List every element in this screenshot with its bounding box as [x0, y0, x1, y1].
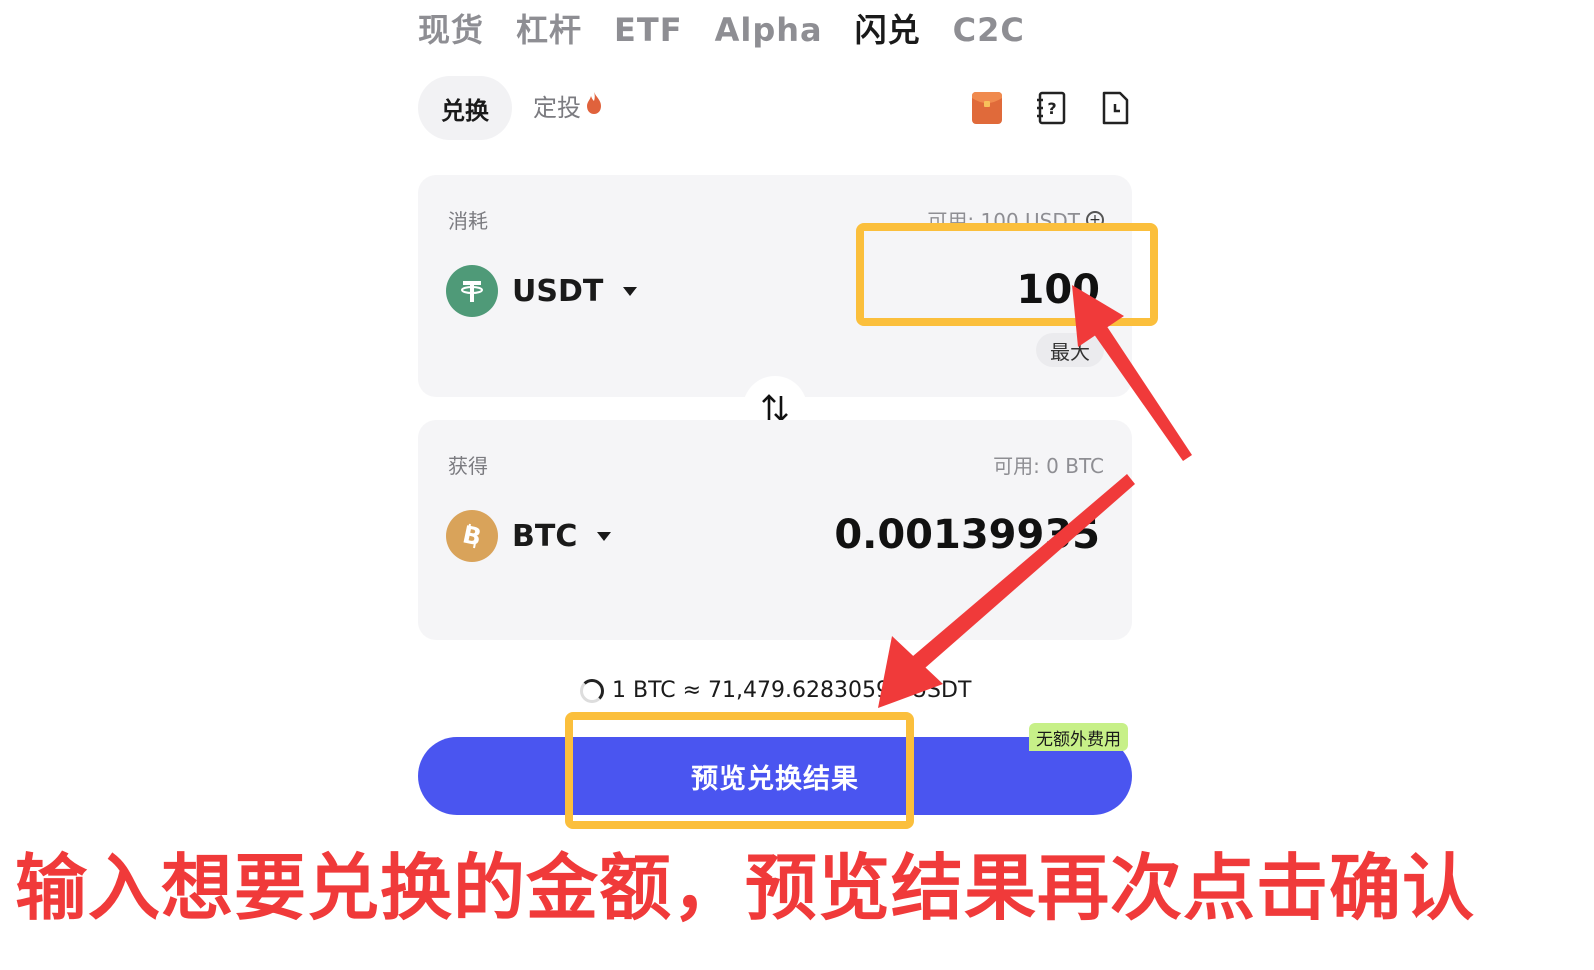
chevron-down-icon [597, 531, 612, 541]
exchange-rate-text: 1 BTC ≈ 71,479.62830591 USDT [612, 678, 972, 703]
spend-coin-selector[interactable]: USDT [446, 265, 638, 317]
tab-c2c[interactable]: C2C [953, 8, 1025, 52]
svg-text:?: ? [1047, 99, 1056, 118]
mode-dca-tab[interactable]: 定投 [533, 88, 604, 123]
no-fee-badge: 无额外费用 [1029, 723, 1128, 751]
spend-coin-name: USDT [512, 273, 604, 309]
history-icon[interactable] [1098, 90, 1132, 126]
spend-amount[interactable] [800, 267, 1100, 313]
spend-card: 消耗 可用: 100 USDT + USDT 最大 [418, 175, 1132, 397]
tab-etf[interactable]: ETF [614, 8, 683, 52]
instruction-caption: 输入想要兑换的金额，预览结果再次点击确认 [15, 846, 1476, 930]
receive-card: 获得 可用: 0 BTC B BTC 0.00139935 [418, 420, 1132, 640]
spend-amount-input[interactable] [800, 267, 1100, 313]
tab-margin[interactable]: 杠杆 [516, 8, 582, 52]
red-packet-icon[interactable] [970, 90, 1004, 126]
tab-flash-convert[interactable]: 闪兑 [855, 8, 921, 52]
receive-coin-selector[interactable]: B BTC [446, 510, 612, 562]
receive-label: 获得 [448, 454, 488, 478]
receive-available-text: 可用: 0 BTC [993, 454, 1104, 478]
help-icon[interactable]: ? [1034, 90, 1068, 126]
receive-available: 可用: 0 BTC [993, 450, 1104, 479]
spend-available-text: 可用: 100 USDT [927, 209, 1080, 233]
flame-icon [584, 91, 604, 121]
mode-dca-label: 定投 [533, 94, 581, 122]
spend-label: 消耗 [448, 209, 488, 233]
usdt-logo-icon [446, 265, 498, 317]
refresh-spinner-icon [580, 678, 604, 703]
top-tabs: 现货 杠杆 ETF Alpha 闪兑 C2C [418, 8, 1025, 52]
receive-coin-name: BTC [512, 518, 578, 554]
exchange-rate: 1 BTC ≈ 71,479.62830591 USDT [580, 678, 971, 703]
mode-convert-tab[interactable]: 兑换 [418, 76, 512, 140]
max-button[interactable]: 最大 [1036, 333, 1104, 367]
chevron-down-icon [623, 286, 638, 296]
tab-alpha[interactable]: Alpha [715, 8, 823, 52]
svg-text:B: B [460, 521, 484, 551]
tab-spot[interactable]: 现货 [418, 8, 484, 52]
spend-available: 可用: 100 USDT + [927, 205, 1104, 234]
deposit-plus-icon[interactable]: + [1086, 210, 1104, 229]
receive-amount: 0.00139935 [834, 512, 1100, 558]
btc-logo-icon: B [446, 510, 498, 562]
preview-convert-button[interactable]: 预览兑换结果 [418, 737, 1132, 815]
